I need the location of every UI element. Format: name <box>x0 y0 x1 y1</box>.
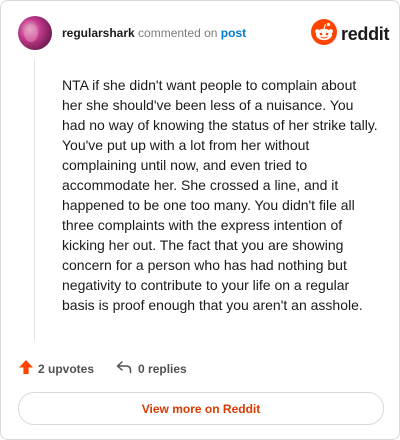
post-link[interactable]: post <box>221 26 246 40</box>
upvote-arrow-icon <box>18 359 38 378</box>
reddit-wordmark: reddit <box>341 24 390 44</box>
reply-arrow-icon <box>116 360 138 377</box>
view-more-label: View more on Reddit <box>141 401 261 416</box>
comment-embed-card: regularshark commented on post reddit NT… <box>0 0 400 440</box>
reddit-brand[interactable]: reddit <box>311 19 390 50</box>
action-text: commented on <box>138 26 218 40</box>
view-more-button[interactable]: View more on Reddit <box>18 392 384 425</box>
comment-body: NTA if she didn't want people to complai… <box>62 77 378 313</box>
thread-line <box>34 59 35 341</box>
comment-header: regularshark commented on post <box>62 25 246 41</box>
upvote-count: 2 upvotes <box>38 361 95 376</box>
upvote-button[interactable]: 2 upvotes <box>18 359 94 378</box>
username[interactable]: regularshark <box>62 26 135 40</box>
reply-count: 0 replies <box>138 361 187 376</box>
avatar[interactable] <box>18 16 52 50</box>
comment-actions: 2 upvotes 0 replies <box>18 359 187 378</box>
reddit-logo-icon <box>311 19 337 50</box>
reply-button[interactable]: 0 replies <box>116 360 187 377</box>
